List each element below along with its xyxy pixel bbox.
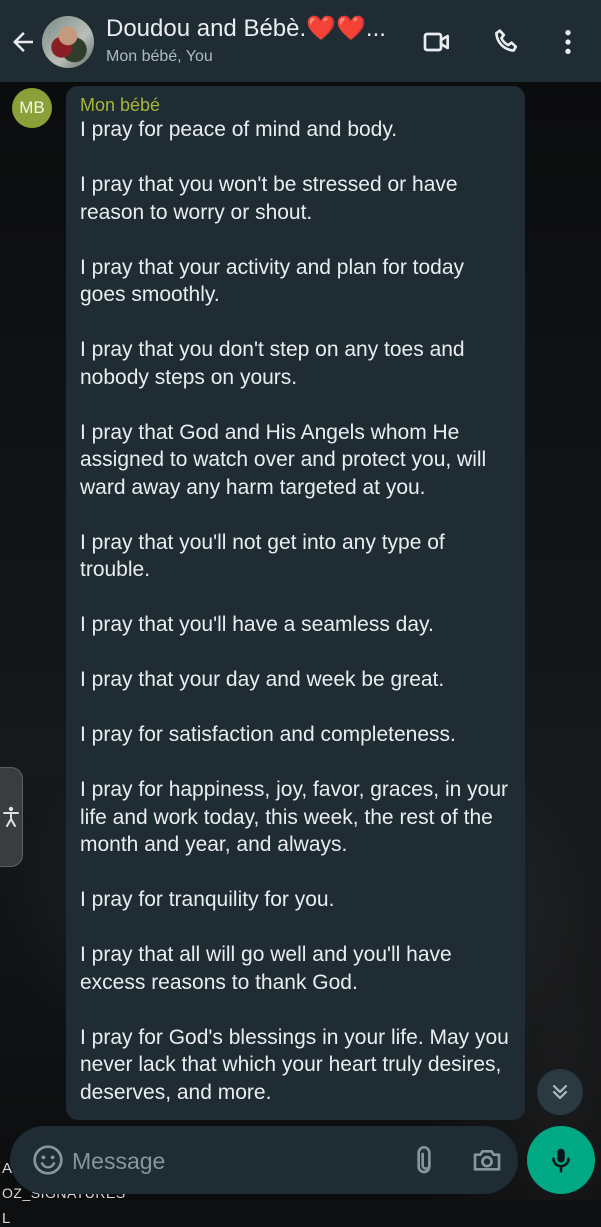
message-bubble[interactable]: Mon bébé I pray for peace of mind and bo… xyxy=(66,86,525,1120)
message-composer xyxy=(10,1126,518,1194)
message-paragraph: I pray for satisfaction and completeness… xyxy=(80,723,456,746)
voice-message-button[interactable] xyxy=(527,1126,595,1194)
wallpaper-text: L xyxy=(2,1210,11,1227)
message-paragraph: I pray that all will go well and you'll … xyxy=(80,943,452,994)
chat-title[interactable]: Doudou and Bébè.❤️❤️... xyxy=(106,14,386,43)
message-paragraph: I pray for tranquility for you. xyxy=(80,888,335,911)
double-chevron-down-icon xyxy=(552,1084,568,1100)
microphone-icon xyxy=(552,1148,570,1173)
message-input[interactable] xyxy=(70,1138,404,1184)
more-vert-icon[interactable] xyxy=(552,26,584,58)
message-paragraph: I pray that you'll not get into any type… xyxy=(80,530,445,582)
group-avatar[interactable] xyxy=(42,16,94,68)
chat-participants[interactable]: Mon bébé, You xyxy=(106,48,213,66)
arrow-left-icon[interactable] xyxy=(8,27,38,57)
message-paragraph: I pray that your activity and plan for t… xyxy=(80,255,465,307)
message-paragraph: I pray for God's blessings in your life.… xyxy=(80,1025,509,1104)
emoji-icon[interactable] xyxy=(32,1144,64,1176)
message-paragraph: I pray that you won't be stressed or hav… xyxy=(80,173,458,224)
camera-icon[interactable] xyxy=(470,1144,504,1176)
message-paragraph: I pray that your day and week be great. xyxy=(80,668,445,691)
phone-icon[interactable] xyxy=(491,26,523,58)
message-paragraph: I pray that you don't step on any toes a… xyxy=(80,338,465,389)
sender-avatar[interactable]: MB xyxy=(12,88,52,128)
accessibility-icon xyxy=(3,806,19,827)
message-paragraph: I pray for happiness, joy, favor, graces… xyxy=(80,778,508,856)
message-paragraph: I pray for peace of mind and body. xyxy=(80,118,398,141)
chat-header: Doudou and Bébè.❤️❤️... Mon bébé, You xyxy=(0,0,601,82)
sender-name[interactable]: Mon bébé xyxy=(80,94,511,116)
accessibility-tab[interactable] xyxy=(0,767,23,867)
message-paragraph: I pray that God and His Angels whom He a… xyxy=(80,420,487,499)
scroll-to-bottom-button[interactable] xyxy=(537,1069,583,1115)
message-paragraph: I pray that you'll have a seamless day. xyxy=(80,613,434,636)
paperclip-icon[interactable] xyxy=(408,1144,440,1176)
video-call-icon[interactable] xyxy=(421,26,453,58)
message-text: I pray for peace of mind and body. I pra… xyxy=(80,116,511,1106)
